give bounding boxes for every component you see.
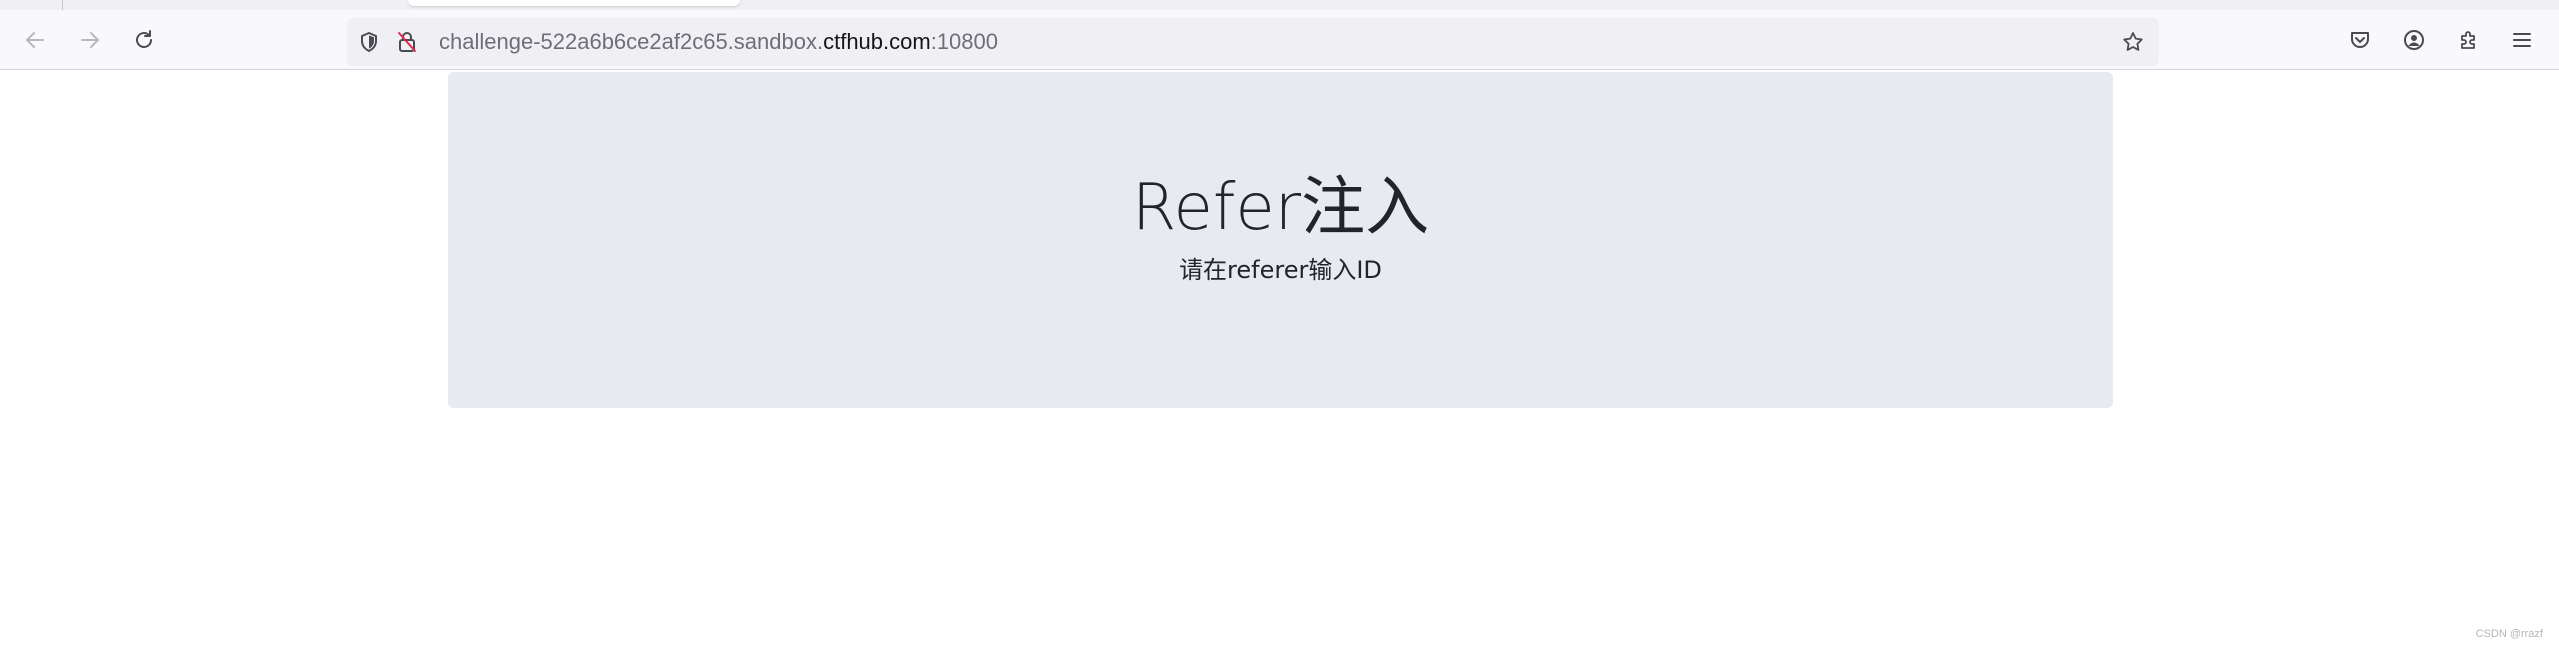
account-button[interactable] bbox=[2398, 24, 2430, 56]
page-title: Refer注入 bbox=[1131, 171, 1430, 245]
pocket-button[interactable] bbox=[2344, 24, 2376, 56]
bookmark-star-icon[interactable] bbox=[2121, 30, 2145, 54]
reload-icon bbox=[136, 30, 152, 48]
tab-strip bbox=[0, 0, 2559, 10]
url-bar[interactable]: challenge-522a6b6ce2af2c65.sandbox.ctfhu… bbox=[347, 18, 2159, 66]
insecure-lock-icon[interactable] bbox=[395, 30, 419, 54]
forward-button[interactable] bbox=[72, 22, 108, 58]
url-text[interactable]: challenge-522a6b6ce2af2c65.sandbox.ctfhu… bbox=[439, 18, 998, 66]
browser-toolbar: challenge-522a6b6ce2af2c65.sandbox.ctfhu… bbox=[0, 10, 2559, 70]
back-arrow-icon bbox=[26, 32, 44, 48]
url-host: ctfhub.com bbox=[823, 29, 931, 54]
extensions-icon bbox=[2461, 31, 2475, 49]
page-subtitle: 请在referer输入ID bbox=[1179, 256, 1382, 284]
jumbotron: Refer注入 请在referer输入ID bbox=[448, 72, 2113, 408]
extensions-button[interactable] bbox=[2453, 24, 2485, 56]
account-icon bbox=[2404, 30, 2424, 50]
forward-arrow-icon bbox=[81, 32, 99, 48]
tracking-protection-shield-icon[interactable] bbox=[357, 30, 381, 54]
tab-separator bbox=[62, 0, 63, 10]
active-tab[interactable] bbox=[408, 0, 740, 6]
url-port: :10800 bbox=[930, 29, 998, 54]
hamburger-menu-icon bbox=[2513, 33, 2531, 47]
menu-button[interactable] bbox=[2506, 24, 2538, 56]
back-button[interactable] bbox=[17, 22, 53, 58]
reload-button[interactable] bbox=[126, 22, 162, 58]
pocket-icon bbox=[2351, 32, 2369, 48]
url-prefix: challenge-522a6b6ce2af2c65.sandbox. bbox=[439, 29, 824, 54]
watermark: CSDN @rrazf bbox=[2475, 628, 2543, 640]
